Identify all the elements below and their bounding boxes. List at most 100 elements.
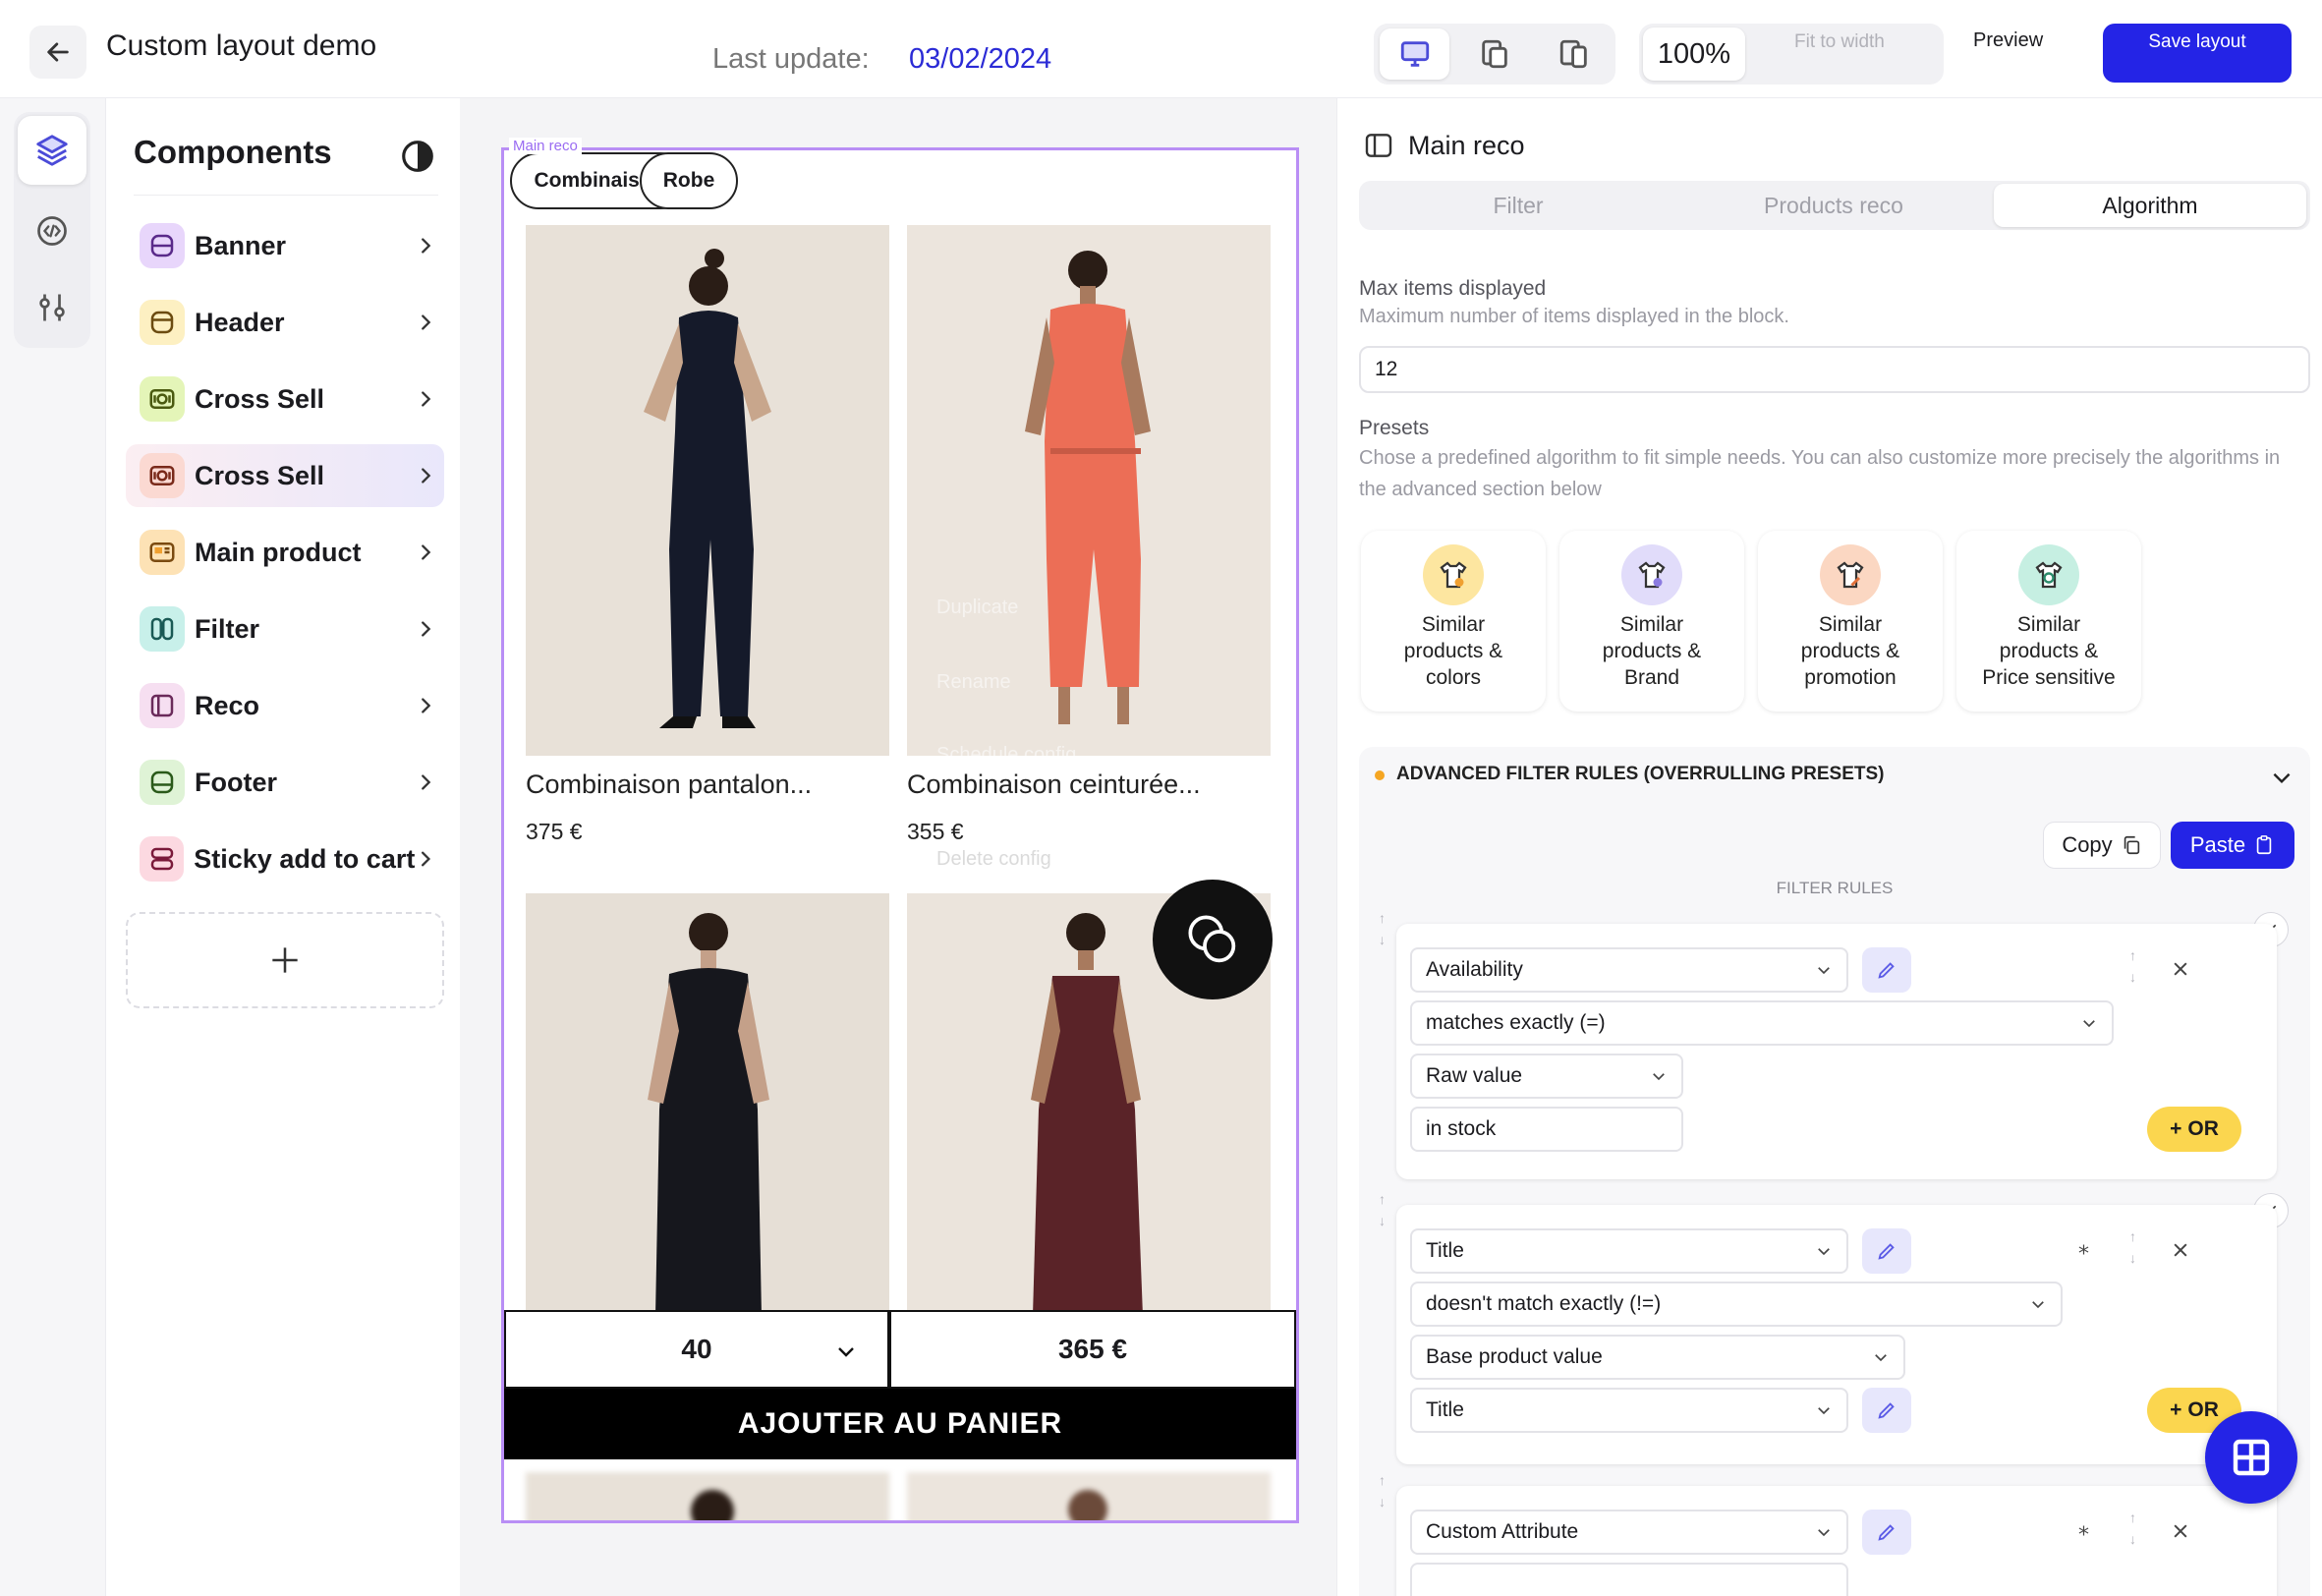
paste-button[interactable]: Paste bbox=[2171, 822, 2294, 869]
attribute-select[interactable]: Custom Attribute bbox=[1410, 1510, 1848, 1555]
code-tab-button[interactable] bbox=[18, 197, 86, 265]
desktop-view-button[interactable] bbox=[1380, 28, 1450, 80]
size-select[interactable]: 40 bbox=[504, 1310, 889, 1389]
panel-title: Main reco bbox=[1408, 130, 1525, 160]
preset-card-colors[interactable]: Similar products & colors bbox=[1361, 531, 1546, 712]
component-label: Banner bbox=[195, 230, 287, 260]
component-label: Cross Sell bbox=[195, 460, 325, 490]
chevron-down-icon bbox=[1818, 1248, 1830, 1256]
tab-products-reco[interactable]: Products reco bbox=[1677, 184, 1990, 227]
chevron-right-icon bbox=[422, 851, 431, 867]
product-name[interactable]: Combinaison pantalon... bbox=[526, 770, 899, 800]
paste-icon bbox=[2256, 835, 2272, 855]
back-button[interactable] bbox=[29, 26, 86, 79]
frame-tag: Main reco bbox=[509, 138, 582, 154]
presets-help: Chose a predefined algorithm to fit simp… bbox=[1359, 447, 2281, 500]
save-layout-button[interactable]: Save layout bbox=[2103, 24, 2292, 83]
component-item-sticky-add-to-cart[interactable]: Sticky add to cart bbox=[126, 827, 444, 890]
condition-reorder[interactable]: ↑ ↓ bbox=[2129, 1510, 2136, 1547]
settings-tab-button[interactable] bbox=[18, 273, 86, 342]
mobile-view-button[interactable] bbox=[1540, 28, 1610, 80]
close-icon[interactable] bbox=[2171, 959, 2190, 979]
chevron-down-icon bbox=[1818, 967, 1830, 975]
close-icon[interactable] bbox=[2171, 1521, 2190, 1541]
edit-value-button[interactable] bbox=[1862, 1388, 1911, 1433]
value-source-select[interactable]: Raw value bbox=[1410, 1054, 1683, 1099]
chevron-right-icon bbox=[422, 468, 431, 484]
pencil-icon bbox=[1878, 1243, 1895, 1260]
add-or-button[interactable]: + OR bbox=[2147, 1107, 2241, 1152]
chip-robe[interactable]: Robe bbox=[640, 152, 738, 209]
rule-reorder[interactable]: ↑ ↓ bbox=[1379, 1472, 1386, 1510]
panel-tabs: Filter Products reco Algorithm bbox=[1359, 181, 2310, 230]
value-attribute-select[interactable]: Title bbox=[1410, 1388, 1848, 1433]
add-component-button[interactable] bbox=[126, 912, 444, 1008]
chevron-down-icon[interactable] bbox=[2269, 765, 2294, 790]
sticky-cart-icon bbox=[140, 836, 185, 882]
condition-reorder[interactable]: ↑ ↓ bbox=[2129, 947, 2136, 985]
operator-select[interactable]: doesn't match exactly (!=) bbox=[1410, 1282, 2063, 1327]
copy-button[interactable]: Copy bbox=[2043, 822, 2161, 869]
component-item-cross-sell[interactable]: Cross Sell bbox=[126, 368, 444, 430]
panel-header: Main reco bbox=[1363, 130, 1525, 161]
filter-rule-card: Availability ↑ ↓ matches exactly (=) Raw … bbox=[1396, 924, 2277, 1179]
chevron-down-icon bbox=[2032, 1301, 2044, 1309]
edit-attribute-button[interactable] bbox=[1862, 947, 1911, 993]
component-item-footer[interactable]: Footer bbox=[126, 751, 444, 814]
component-item-filter[interactable]: Filter bbox=[126, 598, 444, 660]
mobile-icon bbox=[1560, 39, 1588, 69]
main-reco-block[interactable]: Combinaison Robe Combinaison pantalon...… bbox=[501, 147, 1299, 1523]
condition-reorder[interactable]: ↑ ↓ bbox=[2129, 1228, 2136, 1266]
chevron-right-icon bbox=[422, 391, 431, 407]
component-item-banner[interactable]: Banner bbox=[126, 214, 444, 277]
component-label: Cross Sell bbox=[195, 383, 325, 414]
product-image[interactable] bbox=[526, 225, 889, 756]
tab-filter[interactable]: Filter bbox=[1362, 184, 1674, 227]
app-launcher-button[interactable] bbox=[2205, 1411, 2297, 1504]
value-input[interactable]: in stock bbox=[1410, 1107, 1683, 1152]
preview-button[interactable]: Preview bbox=[1973, 29, 2043, 52]
close-icon[interactable] bbox=[2171, 1240, 2190, 1260]
operator-select[interactable] bbox=[1410, 1563, 1848, 1596]
filter-rule-card: Custom Attribute ⁎ ↑ ↓ bbox=[1396, 1486, 2277, 1596]
attribute-select[interactable]: Availability bbox=[1410, 947, 1848, 993]
component-item-cross-sell-selected[interactable]: Cross Sell bbox=[126, 444, 444, 507]
attribute-select[interactable]: Title bbox=[1410, 1228, 1848, 1274]
component-item-header[interactable]: Header bbox=[126, 291, 444, 354]
preset-card-brand[interactable]: Similar products & Brand bbox=[1559, 531, 1744, 712]
preset-card-price-sensitive[interactable]: Similar products & Price sensitive bbox=[1956, 531, 2141, 712]
component-item-reco[interactable]: Reco bbox=[126, 674, 444, 737]
chevron-right-icon bbox=[422, 774, 431, 790]
rule-reorder[interactable]: ↑ ↓ bbox=[1379, 1191, 1386, 1228]
product-name[interactable]: Combinaison ceinturée... bbox=[907, 770, 1280, 800]
edit-attribute-button[interactable] bbox=[1862, 1510, 1911, 1555]
preset-card-promotion[interactable]: Similar products & promotion bbox=[1758, 531, 1943, 712]
rule-reorder[interactable]: ↑ ↓ bbox=[1379, 910, 1386, 947]
context-menu-rename: Rename bbox=[936, 671, 1011, 693]
sparkle-icon[interactable]: ⁎ bbox=[2078, 1515, 2089, 1541]
last-update-label: Last update: bbox=[712, 43, 870, 75]
zoom-value[interactable]: 100% bbox=[1643, 28, 1745, 81]
sliders-icon bbox=[39, 294, 65, 321]
layers-tab-button[interactable] bbox=[18, 116, 86, 185]
sparkle-icon[interactable]: ⁎ bbox=[2078, 1234, 2089, 1260]
chevron-right-icon bbox=[422, 314, 431, 330]
max-items-input[interactable]: 12 bbox=[1359, 346, 2310, 393]
component-item-main-product[interactable]: Main product bbox=[126, 521, 444, 584]
max-items-label: Max items displayed bbox=[1359, 277, 1547, 300]
value-source-select[interactable]: Base product value bbox=[1410, 1335, 1905, 1380]
tab-algorithm[interactable]: Algorithm bbox=[1994, 184, 2306, 227]
edit-attribute-button[interactable] bbox=[1862, 1228, 1911, 1274]
product-image[interactable] bbox=[526, 893, 889, 1316]
add-to-cart-button[interactable]: AJOUTER AU PANIER bbox=[504, 1389, 1296, 1459]
contrast-toggle[interactable] bbox=[399, 138, 436, 175]
tablet-view-button[interactable] bbox=[1459, 28, 1529, 80]
fit-to-width-button[interactable]: Fit to width bbox=[1794, 31, 1885, 53]
filter-rules-label: FILTER RULES bbox=[1776, 879, 1894, 897]
device-switcher bbox=[1374, 24, 1615, 85]
tablet-icon bbox=[1482, 39, 1507, 69]
plus-icon: + bbox=[2170, 1398, 2182, 1421]
operator-select[interactable]: matches exactly (=) bbox=[1410, 1000, 2114, 1046]
component-label: Sticky add to cart bbox=[194, 843, 416, 874]
chat-bubble-button[interactable] bbox=[1153, 880, 1273, 999]
